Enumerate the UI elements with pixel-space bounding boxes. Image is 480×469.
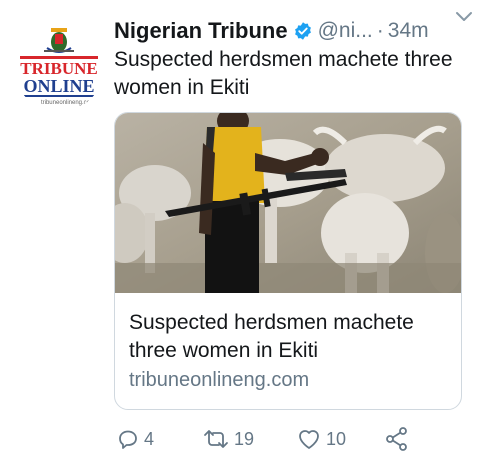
svg-text:ONLINE: ONLINE [23,76,94,96]
tweet[interactable]: TRIBUNE ONLINE tribuneonlineng.com Niger… [0,0,480,469]
share-button[interactable] [384,424,414,454]
separator-dot: · [376,19,384,42]
reply-button[interactable]: 4 [116,424,154,454]
share-icon [386,427,407,451]
link-card[interactable]: Suspected herdsmen machete three women i… [114,112,462,410]
tribune-online-logo: TRIBUNE ONLINE tribuneonlineng.com [20,28,98,106]
chevron-down-icon[interactable] [454,6,474,26]
like-button[interactable]: 10 [296,424,346,454]
verified-badge-icon [293,21,313,41]
tweet-header: Nigerian Tribune @ni... · 34m [114,14,470,48]
retweet-count: 19 [234,428,255,449]
reply-icon [119,430,137,449]
timestamp[interactable]: 34m [388,19,429,43]
handle[interactable]: @ni... [318,19,373,43]
card-image [115,113,461,293]
tweet-actions: 4 19 10 [114,424,434,454]
avatar[interactable]: TRIBUNE ONLINE tribuneonlineng.com [14,22,104,112]
svg-text:tribuneonlineng.com: tribuneonlineng.com [41,100,95,106]
display-name[interactable]: Nigerian Tribune [114,18,288,44]
like-count: 10 [326,428,347,449]
retweet-button[interactable]: 19 [202,424,254,454]
heart-icon [299,430,319,449]
retweet-icon [204,430,228,448]
card-domain: tribuneonlineng.com [129,369,310,391]
tweet-text: Suspected herdsmen machete three women i… [114,48,453,99]
reply-count: 4 [144,428,155,449]
card-title: Suspected herdsmen machete three women i… [129,311,414,362]
